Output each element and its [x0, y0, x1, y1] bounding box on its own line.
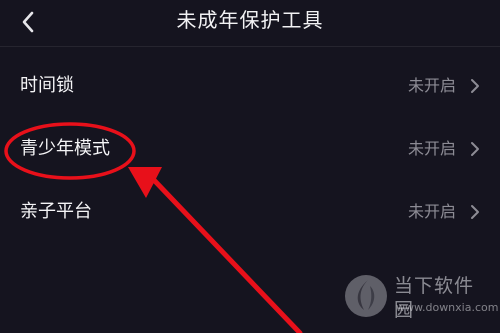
setting-label: 时间锁: [20, 75, 74, 96]
screen: 未成年保护工具 时间锁 未开启 青少年模式 未开启 亲子平台 未开启 当下软件园: [0, 0, 500, 333]
setting-row-teen-mode[interactable]: 青少年模式 未开启: [0, 120, 500, 180]
watermark-url: www.downxia.com: [396, 301, 499, 314]
watermark-logo-icon: [345, 275, 387, 317]
chevron-right-icon: [471, 142, 479, 156]
setting-label: 亲子平台: [20, 201, 92, 222]
watermark: 当下软件园 www.downxia.com: [342, 270, 498, 326]
setting-row-time-lock[interactable]: 时间锁 未开启: [0, 57, 500, 117]
header-bar: 未成年保护工具: [0, 0, 500, 47]
setting-status: 未开启: [407, 202, 456, 221]
chevron-right-icon: [471, 205, 479, 219]
setting-status: 未开启: [407, 139, 456, 158]
chevron-right-icon: [471, 79, 479, 93]
setting-row-parent-platform[interactable]: 亲子平台 未开启: [0, 183, 500, 243]
setting-label: 青少年模式: [20, 138, 110, 159]
setting-status: 未开启: [407, 76, 456, 95]
page-title: 未成年保护工具: [176, 8, 324, 32]
